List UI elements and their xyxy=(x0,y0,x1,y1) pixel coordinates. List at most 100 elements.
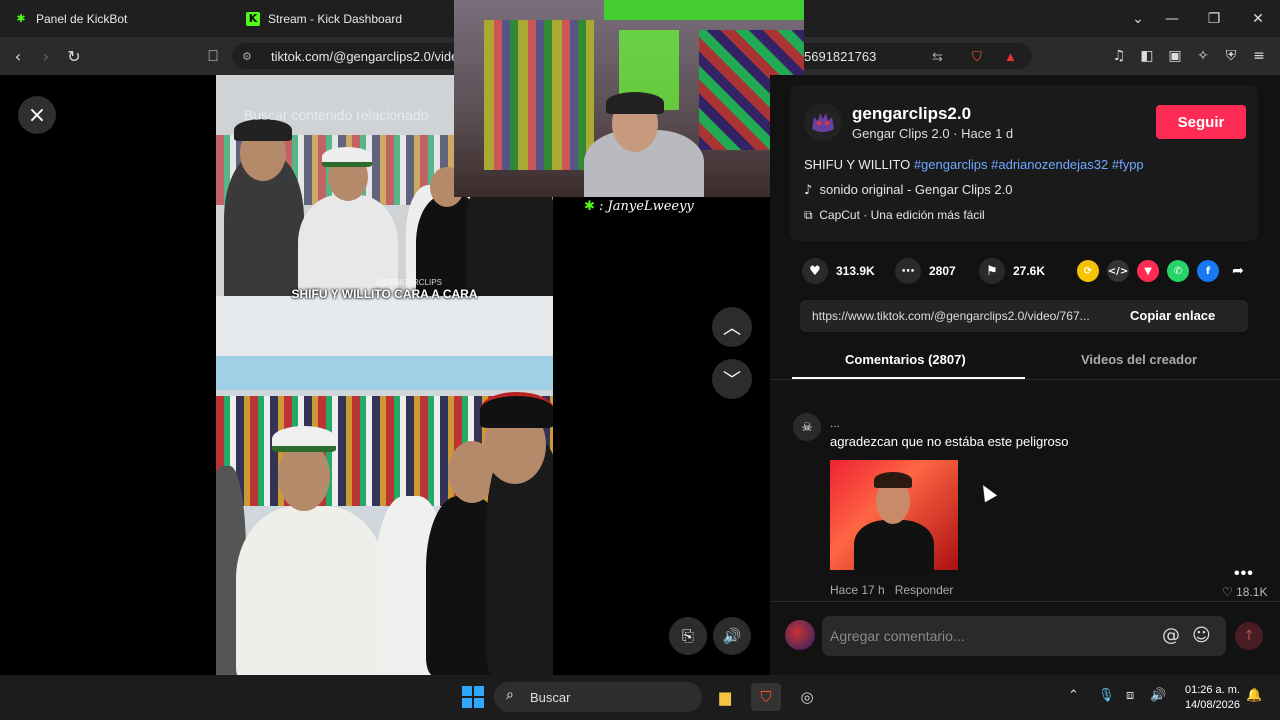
taskbar-clock[interactable]: 01:26 a. m. 14/08/2026 xyxy=(1178,683,1240,713)
bookmark-icon: ⚑ xyxy=(979,258,1005,284)
post-description: SHIFU Y WILLITO #gengarclips #adrianozen… xyxy=(804,157,1144,172)
video-bottom-scene xyxy=(216,296,553,675)
save-button[interactable]: ⚑ 27.6K xyxy=(979,258,1045,284)
microphone-icon[interactable]: 🎙 xyxy=(1098,688,1115,703)
minimize-button[interactable]: — xyxy=(1150,0,1194,37)
obs-app-icon[interactable]: ◎ xyxy=(792,683,822,711)
user-avatar[interactable] xyxy=(785,620,815,650)
tab-title: Stream - Kick Dashboard xyxy=(268,11,403,26)
taskbar-search-label: Buscar xyxy=(530,690,571,705)
brave-shields-icon[interactable]: ⛉ xyxy=(972,49,982,65)
related-search-placeholder[interactable]: Buscar contenido relacionado xyxy=(244,107,428,123)
heart-outline-icon: ♡ xyxy=(1222,585,1233,599)
mention-icon[interactable]: @ xyxy=(1162,625,1180,646)
comment-more-icon[interactable]: ••• xyxy=(1234,565,1254,583)
follow-button[interactable]: Seguir xyxy=(1156,105,1246,139)
comments-count: 2807 xyxy=(929,264,956,278)
comment-like-button[interactable]: ♡ 18.1K xyxy=(1222,585,1267,599)
brave-browser-icon[interactable]: ⛉ xyxy=(751,683,781,711)
comment-box: @ ☺ xyxy=(822,616,1226,656)
streamer-webcam-overlay xyxy=(454,0,804,197)
comment-likes-count: 18.1K xyxy=(1236,585,1268,599)
url-text: tiktok.com/@gengarclips2.0/vide xyxy=(271,49,459,64)
wallet-icon[interactable]: ▣ xyxy=(1166,47,1184,65)
music-link[interactable]: ♪ sonido original - Gengar Clips 2.0 xyxy=(804,182,1012,198)
comment-image[interactable] xyxy=(830,460,958,570)
divider xyxy=(770,601,1280,602)
tray-overflow-icon[interactable]: ⌃ xyxy=(1068,688,1079,703)
active-tab-indicator xyxy=(792,377,1025,379)
close-viewer-button[interactable]: × xyxy=(18,96,56,134)
send-to-friends-icon[interactable]: ▼ xyxy=(1137,260,1159,282)
translate-icon[interactable]: ⇆ xyxy=(932,49,943,65)
windows-start-icon[interactable] xyxy=(462,686,484,708)
clock-time: 01:26 a. m. xyxy=(1184,684,1240,696)
tab-kick-dashboard[interactable]: K Stream - Kick Dashboard xyxy=(232,0,454,37)
leo-ai-icon[interactable]: ✧ xyxy=(1194,47,1212,65)
reload-icon[interactable]: ↻ xyxy=(64,46,84,66)
like-button[interactable]: ♥ 313.9K xyxy=(802,258,875,284)
music-note-icon: ♪ xyxy=(804,183,813,198)
notification-bell-icon[interactable]: 🔔 xyxy=(1246,688,1262,703)
repost-icon[interactable]: ⟳ xyxy=(1077,260,1099,282)
previous-video-button[interactable]: ︿ xyxy=(712,307,752,347)
hashtags[interactable]: #gengarclips #adrianozendejas32 #fypp xyxy=(914,157,1144,172)
tab-kickbot-panel[interactable]: ✱ Panel de KickBot xyxy=(0,0,232,37)
video-watermark: @GENGARCLIPS xyxy=(376,278,442,287)
video-caption: SHIFU Y WILLITO CARA A CARA xyxy=(291,287,478,301)
site-info-icon[interactable]: ⚙ xyxy=(242,50,252,63)
taskbar-search[interactable]: ⌕ Buscar xyxy=(494,682,702,712)
media-icon[interactable]: ♫ xyxy=(1110,47,1128,65)
next-video-button[interactable]: ﹀ xyxy=(712,359,752,399)
video-link[interactable]: https://www.tiktok.com/@gengarclips2.0/v… xyxy=(812,309,1124,323)
comment-input[interactable] xyxy=(830,624,1150,648)
panel-tabs: Comentarios (2807) Videos del creador xyxy=(770,344,1280,380)
embed-icon[interactable]: </> xyxy=(1107,260,1129,282)
brave-rewards-icon[interactable]: ▲ xyxy=(1004,49,1017,64)
comment-icon: ⋯ xyxy=(895,258,921,284)
copy-link-button[interactable]: Copiar enlace xyxy=(1130,308,1215,323)
sidebar-icon[interactable]: ◧ xyxy=(1138,47,1156,65)
search-icon: ⌕ xyxy=(506,687,514,703)
vpn-shield-icon[interactable]: ⛨ xyxy=(1222,47,1240,65)
capcut-icon: ⧉ xyxy=(804,208,813,222)
reply-button[interactable]: Responder xyxy=(895,583,954,597)
music-text: sonido original - Gengar Clips 2.0 xyxy=(819,182,1013,197)
kickbot-favicon-icon: ✱ xyxy=(16,12,26,25)
mini-player-button[interactable]: ⎘ xyxy=(669,617,707,655)
comment-author-name[interactable]: ... xyxy=(830,416,840,430)
close-window-button[interactable]: ✕ xyxy=(1236,0,1280,37)
more-share-icon[interactable]: ➦ xyxy=(1227,260,1249,282)
tab-comments[interactable]: Comentarios (2807) xyxy=(845,352,966,367)
back-arrow-icon[interactable]: ‹ xyxy=(8,46,28,66)
file-explorer-icon[interactable]: ▆ xyxy=(710,683,740,711)
bookmark-icon[interactable]: ⎕ xyxy=(203,46,223,66)
whatsapp-icon[interactable]: ✆ xyxy=(1167,260,1189,282)
volume-tray-icon[interactable]: 🔊 xyxy=(1150,688,1166,703)
kick-chat-icon: ✱ xyxy=(584,199,595,214)
viewer-name-text: : JanyeLweeyy xyxy=(599,199,694,214)
viewer-chat-name: ✱ : JanyeLweeyy xyxy=(584,199,694,214)
likes-count: 313.9K xyxy=(836,264,875,278)
restore-button[interactable]: ❐ xyxy=(1192,0,1236,37)
capcut-text: CapCut · Una edición más fácil xyxy=(819,208,985,222)
tab-creator-videos[interactable]: Videos del creador xyxy=(1081,352,1197,367)
comment-button[interactable]: ⋯ 2807 xyxy=(895,258,956,284)
volume-button[interactable]: 🔊 xyxy=(713,617,751,655)
heart-icon: ♥ xyxy=(802,258,828,284)
send-comment-button[interactable]: ↑ xyxy=(1235,622,1263,650)
creator-avatar[interactable] xyxy=(804,103,842,141)
url-tail-text: 5691821763 xyxy=(804,49,877,64)
network-icon[interactable]: ⧈ xyxy=(1126,688,1134,703)
menu-icon[interactable]: ≡ xyxy=(1250,47,1268,65)
creator-nickname: Gengar Clips 2.0 · Hace 1 d xyxy=(852,126,1014,141)
comment-author-avatar[interactable]: ☠ xyxy=(793,413,821,441)
capcut-link[interactable]: ⧉ CapCut · Una edición más fácil xyxy=(804,208,985,223)
comment-meta: Hace 17 h Responder xyxy=(830,583,953,597)
facebook-icon[interactable]: f xyxy=(1197,260,1219,282)
creator-username[interactable]: gengarclips2.0 xyxy=(852,104,971,124)
video-link-box: https://www.tiktok.com/@gengarclips2.0/v… xyxy=(800,300,1248,332)
emoji-icon[interactable]: ☺ xyxy=(1192,625,1211,646)
forward-arrow-icon[interactable]: › xyxy=(36,46,56,66)
description-text: SHIFU Y WILLITO xyxy=(804,157,914,172)
